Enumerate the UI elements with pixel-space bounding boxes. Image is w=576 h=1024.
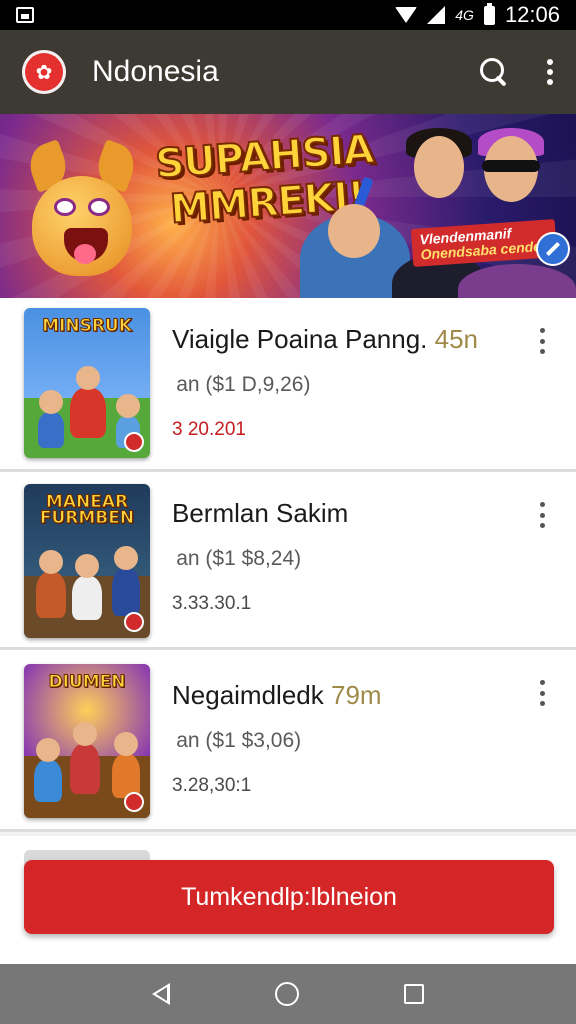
item-size: 45n <box>434 324 479 354</box>
item-meta: an ($1 $3,06) <box>172 729 302 752</box>
game-badge-icon <box>124 432 144 452</box>
item-menu-icon[interactable] <box>538 680 546 706</box>
game-badge-icon <box>124 792 144 812</box>
list-item[interactable]: MANEAR FURMBEN Bermlan Sakim an ($1 $8,2… <box>0 472 576 650</box>
item-meta: an ($1 $8,24) <box>172 547 302 570</box>
item-name: Viaigle Poaina Panng. 45n <box>172 324 516 355</box>
item-name: Negaimdledk 79m <box>172 680 516 711</box>
app-bar: ✿ Ndonesia <box>0 30 576 114</box>
wifi-icon <box>395 7 418 23</box>
item-title: Negaimdledk <box>172 680 324 710</box>
signal-icon <box>427 6 446 24</box>
monster-character-image <box>18 136 141 286</box>
thumbnail-title: DIUMEN <box>48 672 126 692</box>
item-date: 3.28,30:1 <box>172 775 252 796</box>
status-right: 4G 12:06 <box>395 2 560 28</box>
item-title: Viaigle Poaina Panng. <box>172 324 428 354</box>
status-time: 12:06 <box>504 2 560 27</box>
item-name: Bermlan Sakim <box>172 498 516 529</box>
system-nav-bar <box>0 964 576 1024</box>
item-date: 3.33.30.1 <box>172 593 252 614</box>
logo-glyph-icon: ✿ <box>35 61 53 84</box>
item-size: 79m <box>330 680 382 710</box>
item-title: Bermlan Sakim <box>172 498 349 528</box>
home-icon[interactable] <box>274 982 299 1006</box>
item-menu-icon[interactable] <box>538 328 546 354</box>
game-thumbnail[interactable]: MANEAR FURMBEN <box>24 484 150 638</box>
thumbnail-title: MANEAR FURMBEN <box>39 492 135 528</box>
item-info: Bermlan Sakim an ($1 $8,24) 3.33.30.1 <box>172 498 516 615</box>
app-actions <box>478 56 554 88</box>
app-title: Ndonesia <box>92 55 219 88</box>
item-date: 3 20.201 <box>172 419 246 440</box>
overflow-menu-icon[interactable] <box>546 57 554 87</box>
search-icon[interactable] <box>478 56 510 88</box>
status-bar: 4G 12:06 <box>0 0 576 30</box>
primary-action-button[interactable]: Tumkendlp:lblneion <box>24 860 554 934</box>
app-logo[interactable]: ✿ <box>22 50 66 94</box>
edit-icon[interactable] <box>536 232 570 266</box>
game-thumbnail[interactable]: MINSRUK <box>24 308 150 458</box>
network-label: 4G <box>455 7 474 23</box>
game-list: MINSRUK Viaigle Poaina Panng. 45n an ($1… <box>0 298 576 832</box>
game-thumbnail[interactable]: DIUMEN <box>24 664 150 818</box>
recents-icon[interactable] <box>403 984 424 1004</box>
back-icon[interactable] <box>152 983 171 1005</box>
list-item[interactable]: MINSRUK Viaigle Poaina Panng. 45n an ($1… <box>0 298 576 472</box>
item-info: Negaimdledk 79m an ($1 $3,06) 3.28,30:1 <box>172 680 516 797</box>
list-item[interactable]: DIUMEN Negaimdledk 79m an ($1 $3,06) 3.2… <box>0 650 576 832</box>
thumbnail-title: MINSRUK <box>42 316 133 336</box>
gallery-notification-icon <box>16 7 34 23</box>
game-badge-icon <box>124 612 144 632</box>
item-meta: an ($1 D,9,26) <box>172 373 311 396</box>
item-info: Viaigle Poaina Panng. 45n an ($1 D,9,26)… <box>172 324 516 441</box>
battery-icon <box>483 2 495 25</box>
promo-banner[interactable]: SUPAHSIA MMREKI! Vlendenmanif Onendsaba … <box>0 114 576 298</box>
item-menu-icon[interactable] <box>538 502 546 528</box>
